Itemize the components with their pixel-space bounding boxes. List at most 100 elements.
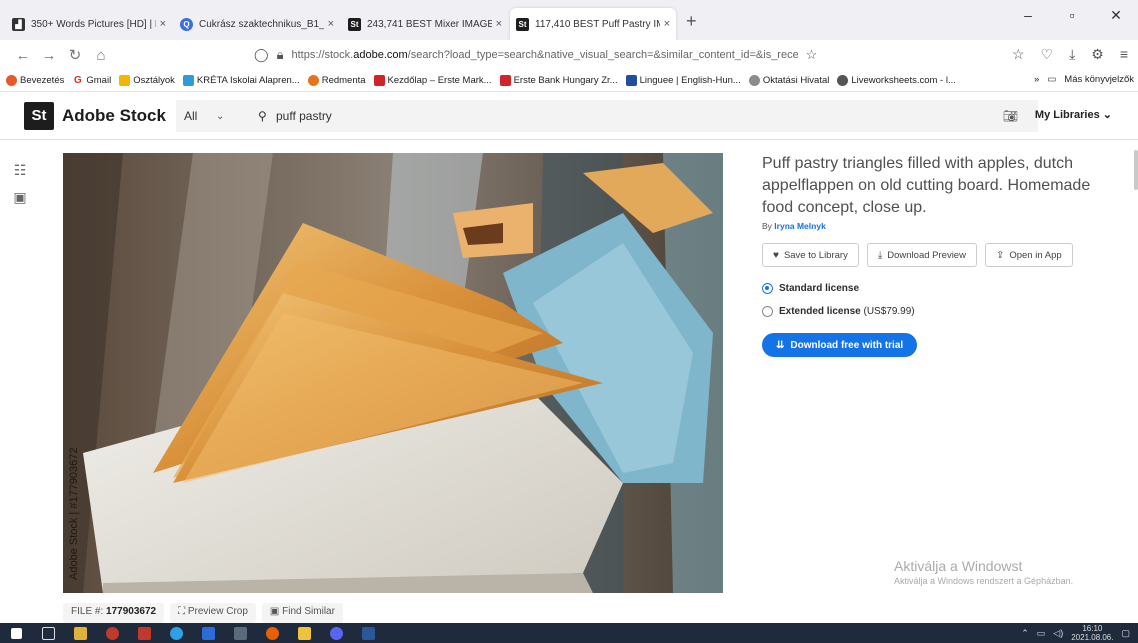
firefox-icon[interactable] (256, 623, 288, 643)
url-bar[interactable]: ◯ 🔒︎ https://stock. adobe.com/search?load… (254, 42, 854, 68)
tab-title: 117,410 BEST Puff Pastry IMAGE (535, 18, 660, 30)
adobe-stock-icon: St (348, 17, 361, 31)
tab-title: Cukrász szaktechnikus_B1_Read (199, 18, 324, 30)
back-icon[interactable]: ← (10, 47, 36, 64)
url-host-prefix: https://stock. (291, 49, 354, 61)
app-icon[interactable] (128, 623, 160, 643)
oktatasi-hivatal-icon (748, 75, 760, 86)
tray-arrow-icon[interactable]: ⌃ (1021, 628, 1029, 639)
chevron-down-icon[interactable]: ⌄ (216, 111, 258, 122)
close-icon[interactable]: × (328, 18, 334, 30)
adobe-stock-icon: St (516, 17, 529, 31)
tab-2[interactable]: St 243,741 BEST Mixer IMAGES, ST × (342, 8, 508, 40)
system-tray: ⌃ ▭ ◁) 16:10 2021.08.06. ▢ (1021, 623, 1130, 643)
shield-icon: ◯ (254, 47, 269, 62)
adobe-stock-logo[interactable]: St (24, 101, 54, 130)
downloads-icon[interactable]: ⤓ (1069, 46, 1075, 63)
download-free-trial-button[interactable]: ⇊ Download free with trial (762, 333, 918, 357)
tab-3-active[interactable]: St 117,410 BEST Puff Pastry IMAGE × (510, 8, 676, 40)
volume-icon[interactable]: ◁) (1053, 628, 1063, 639)
bookmark-item[interactable]: Erste Bank Hungary Zr... (499, 75, 618, 86)
file-number: FILE #: 177903672 (63, 603, 165, 623)
bookmark-item[interactable]: Liveworksheets.com - l... (837, 75, 956, 86)
app-icon[interactable] (96, 623, 128, 643)
new-tab-button[interactable]: + (686, 11, 697, 32)
bookmark-item[interactable]: Kezdőlap – Erste Mark... (373, 75, 492, 86)
bookmarks-bar: Bevezetés G Gmail Osztályok KRÉTA Iskolai… (0, 70, 1138, 92)
close-icon[interactable]: × (496, 18, 502, 30)
bookmark-item[interactable]: Oktatási Hivatal (748, 75, 829, 86)
classroom-icon (119, 75, 131, 86)
close-icon[interactable]: × (664, 18, 670, 30)
bookmarks-overflow: » ▭ Más könyvjelzők (1034, 74, 1134, 85)
adobe-stock-icon: ▟ (12, 17, 25, 31)
extended-license-option[interactable]: Extended license (US$79.99) (762, 306, 1102, 317)
search-input[interactable]: puff pastry (276, 109, 332, 123)
file-explorer-icon[interactable] (288, 623, 320, 643)
radio-selected[interactable] (762, 283, 773, 294)
tab-1[interactable]: Q Cukrász szaktechnikus_B1_Read × (174, 8, 340, 40)
camera-icon[interactable]: ▣ (0, 189, 40, 206)
kreta-icon (182, 75, 194, 86)
save-to-library-button[interactable]: ♥ Save to Library (762, 243, 859, 267)
pocket-icon[interactable]: ♡ (1041, 46, 1054, 63)
forward-icon[interactable]: → (36, 47, 62, 64)
asset-preview-image[interactable] (63, 153, 723, 593)
bookmark-item[interactable]: Bevezetés (6, 75, 64, 86)
bookmark-item[interactable]: Redmenta (307, 75, 366, 86)
bookmark-star-icon[interactable]: ☆ (806, 47, 818, 63)
windows-activation-watermark: Aktiválja a Windowst Aktiválja a Windows… (894, 558, 1074, 586)
restore-icon[interactable]: ▫ (1050, 0, 1094, 30)
brand-name[interactable]: Adobe Stock (62, 106, 166, 126)
menu-icon[interactable]: ≡ (1120, 46, 1128, 63)
camera-icon: ▣ (269, 606, 280, 617)
reload-icon[interactable]: ↻ (62, 46, 88, 64)
notifications-icon[interactable]: ▢ (1121, 628, 1130, 639)
my-libraries-menu[interactable]: My Libraries ⌄ (1035, 108, 1112, 121)
app-icon[interactable] (64, 623, 96, 643)
standard-license-option[interactable]: Standard license (762, 283, 1102, 294)
home-icon[interactable]: ⌂ (88, 47, 114, 64)
filter-dropdown[interactable]: All (176, 109, 216, 123)
close-icon[interactable]: × (160, 18, 166, 30)
share-icon: ⇪ (995, 249, 1005, 261)
start-icon[interactable] (0, 623, 32, 643)
download-preview-button[interactable]: ⤓ Download Preview (866, 243, 977, 267)
bookmark-item[interactable]: Osztályok (119, 75, 175, 86)
author-link[interactable]: Iryna Melnyk (774, 221, 826, 231)
word-icon[interactable] (352, 623, 384, 643)
other-bookmarks[interactable]: Más könyvjelzők (1064, 74, 1134, 85)
discord-icon[interactable] (320, 623, 352, 643)
camera-icon[interactable]: 📷︎ (1003, 109, 1018, 123)
task-view-icon[interactable] (32, 623, 64, 643)
app-icon[interactable] (192, 623, 224, 643)
edge-icon[interactable] (160, 623, 192, 643)
radio-unselected[interactable] (762, 306, 773, 317)
bookmark-item[interactable]: G Gmail (72, 75, 111, 86)
bookmark-item[interactable]: KRÉTA Iskolai Alapren... (182, 75, 300, 86)
open-in-app-button[interactable]: ⇪ Open in App (984, 243, 1073, 267)
preview-crop-button[interactable]: ⛶ Preview Crop (170, 603, 256, 623)
more-bookmarks-icon[interactable]: » (1034, 74, 1039, 85)
find-similar-button[interactable]: ▣ Find Similar (261, 603, 343, 623)
minimize-icon[interactable]: – (1006, 0, 1050, 30)
bookmark-item[interactable]: Linguee | English-Hun... (625, 75, 741, 86)
tab-strip: ▟ 350+ Words Pictures [HD] | Dow × Q Cuk… (0, 0, 1138, 40)
clock[interactable]: 16:10 2021.08.06. (1071, 624, 1113, 642)
tab-title: 243,741 BEST Mixer IMAGES, ST (367, 18, 492, 30)
download-icon: ⤓ (877, 249, 883, 261)
collections-icon[interactable]: ☆ (1012, 46, 1025, 63)
scrollbar-thumb[interactable] (1134, 150, 1138, 190)
erste-icon (373, 75, 385, 86)
toolbar-icons: ☆ ♡ ⤓ ⚙ ≡ (1012, 46, 1128, 63)
search-icon: ⚲ (258, 109, 267, 123)
tab-0[interactable]: ▟ 350+ Words Pictures [HD] | Dow × (6, 8, 172, 40)
filters-icon[interactable]: ☷ (0, 162, 40, 179)
close-window-icon[interactable]: ✕ (1094, 0, 1138, 30)
search-bar: All ⌄ ⚲ puff pastry 📷︎ (176, 100, 1038, 132)
network-icon[interactable]: ▭ (1037, 628, 1046, 639)
extensions-icon[interactable]: ⚙ (1091, 46, 1104, 63)
linguee-icon (625, 75, 637, 86)
redmenta-icon (307, 75, 319, 86)
app-icon[interactable] (224, 623, 256, 643)
